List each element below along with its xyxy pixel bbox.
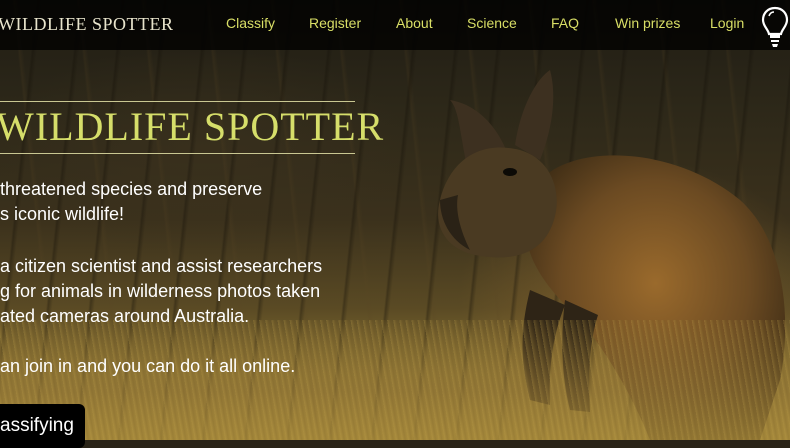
nav-classify[interactable]: Classify [226, 15, 275, 31]
hero-line-3: a citizen scientist and assist researche… [0, 256, 323, 276]
title-rule-bottom [0, 153, 355, 154]
nav-register[interactable]: Register [309, 15, 361, 31]
hero-line-2: s iconic wildlife! [0, 204, 125, 224]
title-rule-top [0, 101, 355, 102]
main-nav: Classify Register About Science FAQ Win … [0, 15, 790, 35]
hero-line-4: g for animals in wilderness photos taken [0, 281, 321, 301]
nav-win-prizes[interactable]: Win prizes [615, 15, 680, 31]
nav-faq[interactable]: FAQ [551, 15, 579, 31]
lightbulb-icon[interactable] [760, 4, 790, 50]
hero-line-5: ated cameras around Australia. [0, 306, 250, 326]
top-navigation-bar: WILDLIFE SPOTTER Classify Register About… [0, 0, 790, 50]
hero-title: WILDLIFE SPOTTER [0, 104, 385, 149]
nav-science[interactable]: Science [467, 15, 517, 31]
nav-login[interactable]: Login [710, 15, 744, 31]
hero-line-6: an join in and you can do it all online. [0, 356, 296, 376]
hero-line-1: threatened species and preserve [0, 179, 263, 199]
start-classifying-button[interactable]: assifying [0, 404, 85, 448]
grass-foreground [0, 320, 790, 440]
nav-about[interactable]: About [396, 15, 433, 31]
